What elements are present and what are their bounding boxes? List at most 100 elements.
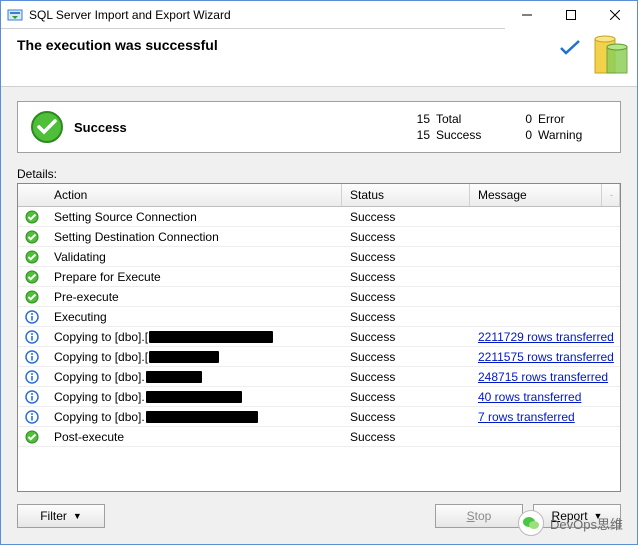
status-cell: Success [342, 230, 470, 244]
summary-panel: Success 15 Total 0 Error 15 Success 0 Wa… [17, 101, 621, 153]
success-count: 15 [406, 128, 434, 142]
success-icon [18, 270, 46, 284]
rows-transferred-link[interactable]: 248715 rows transferred [478, 370, 608, 384]
message-cell[interactable]: 2211729 rows transferred [470, 330, 620, 344]
filter-button[interactable]: Filter ▼ [17, 504, 105, 528]
action-cell: Setting Source Connection [46, 210, 342, 224]
grid-header: Action Status Message [18, 184, 620, 207]
status-cell: Success [342, 390, 470, 404]
window-maximize-button[interactable] [549, 1, 593, 29]
success-icon [18, 250, 46, 264]
grid-body[interactable]: Setting Source ConnectionSuccessSetting … [18, 207, 620, 491]
total-count: 15 [406, 112, 434, 126]
table-row[interactable]: ExecutingSuccess [18, 307, 620, 327]
message-cell[interactable]: 2211575 rows transferred [470, 350, 620, 364]
redacted-text [149, 331, 273, 343]
action-cell: Pre-execute [46, 290, 342, 304]
action-cell: Setting Destination Connection [46, 230, 342, 244]
details-label: Details: [17, 167, 621, 181]
success-icon [18, 210, 46, 224]
status-cell: Success [342, 210, 470, 224]
info-icon [18, 350, 46, 364]
status-cell: Success [342, 250, 470, 264]
status-cell: Success [342, 330, 470, 344]
scroll-up-icon[interactable] [602, 184, 620, 206]
success-icon [18, 290, 46, 304]
col-icon[interactable] [18, 184, 46, 206]
page-title: The execution was successful [17, 37, 218, 53]
redacted-text [146, 411, 258, 423]
window-minimize-button[interactable] [505, 1, 549, 29]
table-row[interactable]: Setting Source ConnectionSuccess [18, 207, 620, 227]
info-icon [18, 410, 46, 424]
action-cell: Post-execute [46, 430, 342, 444]
rows-transferred-link[interactable]: 40 rows transferred [478, 390, 581, 404]
action-cell: Executing [46, 310, 342, 324]
details-grid: Action Status Message Setting Source Con… [17, 183, 621, 492]
status-cell: Success [342, 410, 470, 424]
stop-button-label: Stop [467, 509, 492, 523]
status-cell: Success [342, 350, 470, 364]
success-check-icon [559, 39, 581, 57]
window-title: SQL Server Import and Export Wizard [29, 8, 505, 22]
warning-count: 0 [508, 128, 536, 142]
status-cell: Success [342, 290, 470, 304]
watermark: DevOps思维 [518, 510, 623, 536]
table-row[interactable]: Copying to [dbo].Success 40 rows transfer… [18, 387, 620, 407]
table-row[interactable]: Copying to [dbo].Success 248715 rows tran… [18, 367, 620, 387]
action-cell: Copying to [dbo]. [46, 410, 342, 424]
watermark-text: DevOps思维 [550, 514, 623, 533]
wechat-icon [518, 510, 544, 536]
table-row[interactable]: Copying to [dbo].[Success2211575 rows tr… [18, 347, 620, 367]
wizard-header: The execution was successful [1, 29, 637, 87]
table-row[interactable]: Setting Destination ConnectionSuccess [18, 227, 620, 247]
wizard-window: SQL Server Import and Export Wizard The … [0, 0, 638, 545]
message-cell[interactable]: 40 rows transferred [470, 390, 620, 404]
error-label: Error [538, 112, 608, 126]
filter-button-label: Filter [40, 509, 67, 523]
table-row[interactable]: Prepare for ExecuteSuccess [18, 267, 620, 287]
wizard-art-icon [585, 33, 631, 79]
info-icon [18, 310, 46, 324]
col-status[interactable]: Status [342, 184, 470, 206]
success-label: Success [436, 128, 506, 142]
info-icon [18, 390, 46, 404]
action-cell: Validating [46, 250, 342, 264]
window-close-button[interactable] [593, 1, 637, 29]
col-message[interactable]: Message [470, 184, 602, 206]
rows-transferred-link[interactable]: 2211729 rows transferred [478, 330, 614, 344]
message-cell[interactable]: 7 rows transferred [470, 410, 620, 424]
redacted-text [149, 351, 219, 363]
total-label: Total [436, 112, 506, 126]
table-row[interactable]: Copying to [dbo].Success 7 rows transferr… [18, 407, 620, 427]
rows-transferred-link[interactable]: 7 rows transferred [478, 410, 575, 424]
action-cell: Copying to [dbo]. [46, 370, 342, 384]
summary-stats: 15 Total 0 Error 15 Success 0 Warning [406, 112, 608, 142]
message-cell[interactable]: 248715 rows transferred [470, 370, 620, 384]
status-cell: Success [342, 430, 470, 444]
table-row[interactable]: Copying to [dbo].[Success 2211729 rows tr… [18, 327, 620, 347]
window-titlebar[interactable]: SQL Server Import and Export Wizard [1, 1, 637, 29]
action-cell: Copying to [dbo]. [46, 390, 342, 404]
success-icon [18, 430, 46, 444]
success-badge-icon [30, 110, 64, 144]
stop-button: Stop [435, 504, 523, 528]
table-row[interactable]: Pre-executeSuccess [18, 287, 620, 307]
info-icon [18, 370, 46, 384]
info-icon [18, 330, 46, 344]
status-cell: Success [342, 270, 470, 284]
action-cell: Copying to [dbo].[ [46, 330, 342, 344]
table-row[interactable]: ValidatingSuccess [18, 247, 620, 267]
status-cell: Success [342, 370, 470, 384]
status-cell: Success [342, 310, 470, 324]
app-icon [7, 7, 23, 23]
warning-label: Warning [538, 128, 608, 142]
wizard-body: Success 15 Total 0 Error 15 Success 0 Wa… [1, 87, 637, 544]
chevron-down-icon: ▼ [73, 511, 82, 521]
redacted-text [146, 391, 242, 403]
table-row[interactable]: Post-executeSuccess [18, 427, 620, 447]
error-count: 0 [508, 112, 536, 126]
col-action[interactable]: Action [46, 184, 342, 206]
rows-transferred-link[interactable]: 2211575 rows transferred [478, 350, 614, 364]
success-icon [18, 230, 46, 244]
